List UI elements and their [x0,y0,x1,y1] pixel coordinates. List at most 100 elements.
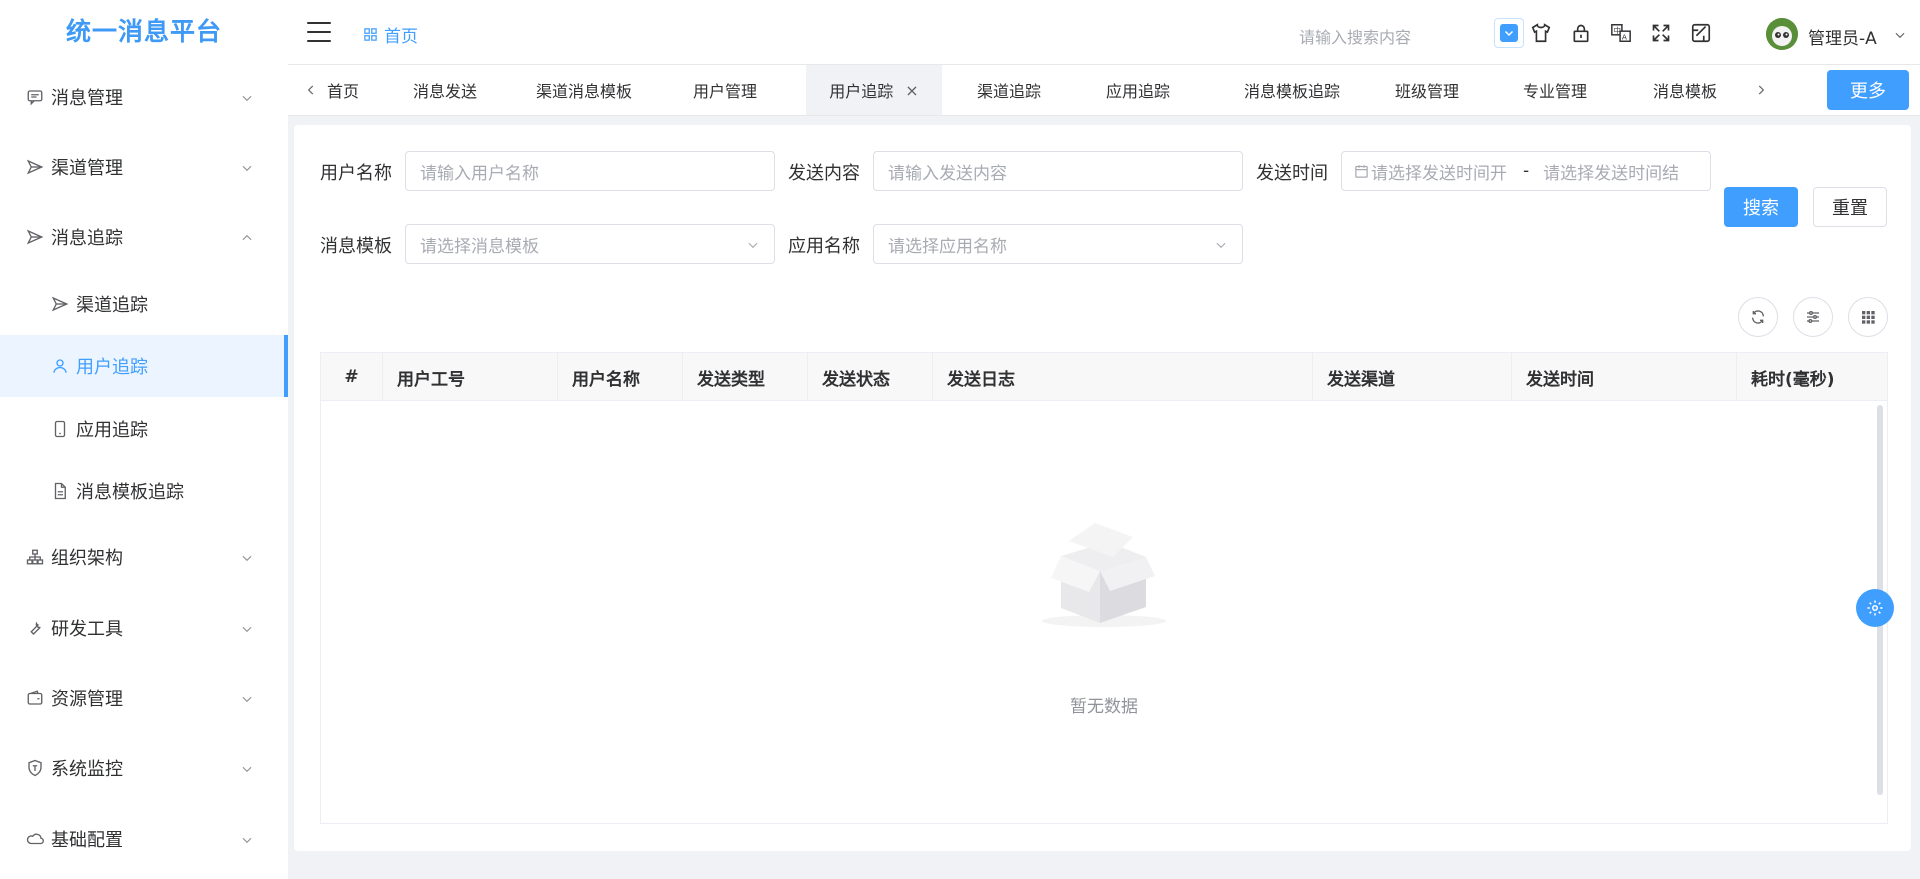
app-name-label: 应用名称 [788,236,860,257]
tab-user-tracking[interactable]: 用户追踪 × [806,65,942,115]
grid-icon [364,28,377,41]
theme-toggle-icon[interactable] [1494,18,1524,48]
menu-item-label: 消息管理 [51,88,123,109]
shirt-icon[interactable] [1528,20,1554,46]
sidebar: 统一消息平台 消息管理 渠道管理 消息追踪 渠道追踪 用户追踪 应用追踪 消息模… [0,0,288,879]
phone-icon [50,419,70,439]
column-header-user-id: 用户工号 [383,353,558,401]
svg-text:A: A [1622,32,1627,41]
empty-state-text: 暂无数据 [1070,697,1138,717]
document-icon [50,481,70,501]
send-icon [25,227,45,247]
column-settings-icon[interactable] [1848,297,1888,337]
tab-app-tracking[interactable]: 应用追踪 [1093,65,1183,115]
menu-item-system-monitoring[interactable]: 系统监控 [0,737,288,799]
submenu-item-label: 渠道追踪 [76,295,148,316]
data-table: # 用户工号 用户名称 发送类型 发送状态 发送日志 发送渠道 发送时间 耗时(… [320,352,1888,824]
fullscreen-icon[interactable] [1648,20,1674,46]
column-header-index: # [321,353,383,401]
menu-item-label: 消息追踪 [51,228,123,249]
app-name-select-placeholder: 请选择应用名称 [888,236,1007,257]
send-icon [50,294,70,314]
refresh-icon[interactable] [1738,297,1778,337]
chevron-right-icon[interactable] [1751,78,1771,102]
main-panel: 用户名称 请输入用户名称 发送内容 请输入发送内容 发送时间 请选择发送时间开 … [294,125,1911,851]
menu-item-resource-management[interactable]: 资源管理 [0,667,288,729]
time-end-input[interactable]: 请选择发送时间结 [1543,159,1678,184]
menu-item-label: 资源管理 [51,689,123,710]
tab-message-template[interactable]: 消息模板 [1640,65,1730,115]
tab-channel-tracking[interactable]: 渠道追踪 [964,65,1054,115]
tab-user-management[interactable]: 用户管理 [680,65,770,115]
time-label: 发送时间 [1256,163,1328,184]
template-select[interactable]: 请选择消息模板 [405,224,775,264]
chevron-down-icon [746,237,760,257]
breadcrumb[interactable]: 首页 [363,22,418,47]
message-icon [25,87,45,107]
menu-item-message-management[interactable]: 消息管理 [0,66,288,128]
menu-item-basic-config[interactable]: 基础配置 [0,808,288,870]
chevron-down-icon[interactable] [1893,27,1907,47]
calendar-icon [1355,164,1368,178]
submenu-item-label: 用户追踪 [76,357,148,378]
translate-icon[interactable]: 中A [1608,20,1634,46]
time-start-input[interactable]: 请选择发送时间开 [1371,159,1509,184]
header-search-input[interactable]: 请输入搜索内容 [1299,24,1411,48]
user-name-input[interactable]: 请输入用户名称 [405,151,775,191]
hamburger-menu-icon[interactable] [307,22,331,42]
column-header-send-channel: 发送渠道 [1313,353,1512,401]
column-header-send-status: 发送状态 [808,353,933,401]
tabs-bar: 首页 消息发送 渠道消息模板 用户管理 用户追踪 × 渠道追踪 应用追踪 消息模… [288,64,1920,116]
chevron-down-icon [240,760,256,776]
submenu-item-app-tracking[interactable]: 应用追踪 [0,398,288,460]
submenu-item-label: 消息模板追踪 [76,482,184,503]
more-button[interactable]: 更多 [1827,70,1909,110]
shield-icon [25,758,45,778]
content-label: 发送内容 [788,163,860,184]
send-icon [25,157,45,177]
tab-home[interactable]: 首页 [318,65,368,115]
app-name-select[interactable]: 请选择应用名称 [873,224,1243,264]
close-icon[interactable]: × [905,81,918,100]
menu-item-channel-management[interactable]: 渠道管理 [0,136,288,198]
time-range-picker[interactable]: 请选择发送时间开 - 请选择发送时间结 [1341,151,1711,191]
reset-button[interactable]: 重置 [1813,187,1887,227]
menu-item-label: 基础配置 [51,830,123,851]
submenu-item-template-tracking[interactable]: 消息模板追踪 [0,460,288,522]
chevron-down-icon [1214,237,1228,257]
settings-gear-icon[interactable] [1856,589,1894,627]
column-header-duration: 耗时(毫秒) [1751,369,1835,390]
wrench-icon [25,618,45,638]
top-header: 首页 请输入搜索内容 中A 管理员-A [288,0,1920,64]
tab-message-send[interactable]: 消息发送 [400,65,490,115]
app-logo: 统一消息平台 [65,17,222,46]
user-name[interactable]: 管理员-A [1808,24,1877,49]
search-button[interactable]: 搜索 [1724,187,1798,227]
avatar[interactable] [1766,18,1798,50]
filter-settings-icon[interactable] [1793,297,1833,337]
breadcrumb-home: 首页 [384,27,418,47]
wallet-icon [25,688,45,708]
tab-major-management[interactable]: 专业管理 [1510,65,1600,115]
chevron-down-icon [240,620,256,636]
lock-icon[interactable] [1568,20,1594,46]
table-header: # 用户工号 用户名称 发送类型 发送状态 发送日志 发送渠道 发送时间 耗时(… [321,353,1887,401]
submenu-item-user-tracking[interactable]: 用户追踪 [0,335,288,397]
tab-template-tracking[interactable]: 消息模板追踪 [1232,65,1352,115]
menu-item-dev-tools[interactable]: 研发工具 [0,597,288,659]
content-input[interactable]: 请输入发送内容 [873,151,1243,191]
tab-class-management[interactable]: 班级管理 [1382,65,1472,115]
chevron-down-icon [240,831,256,847]
user-name-label: 用户名称 [320,163,392,184]
chevron-down-icon [240,690,256,706]
menu-item-message-tracking[interactable]: 消息追踪 [0,206,288,268]
column-header-user-name: 用户名称 [558,353,683,401]
menu-item-label: 组织架构 [51,548,123,569]
column-header-send-type: 发送类型 [683,353,808,401]
menu-item-org-structure[interactable]: 组织架构 [0,526,288,588]
tab-channel-template[interactable]: 渠道消息模板 [524,65,644,115]
chevron-up-icon [240,229,256,245]
submenu-item-channel-tracking[interactable]: 渠道追踪 [0,273,288,335]
screenshot-icon[interactable] [1688,20,1714,46]
org-chart-icon [25,547,45,567]
